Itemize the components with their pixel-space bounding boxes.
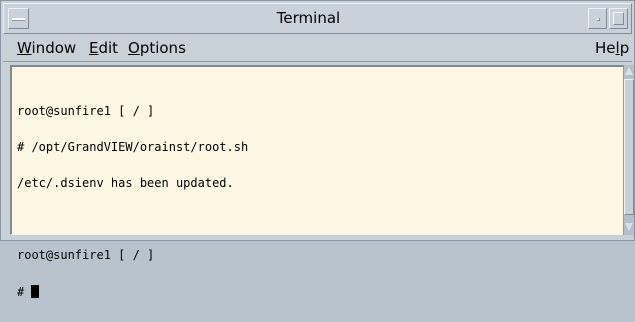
window-menu-icon <box>12 18 25 21</box>
terminal-prompt: # <box>17 285 32 299</box>
scroll-thumb[interactable] <box>624 79 634 215</box>
menu-edit[interactable]: Edit <box>89 35 118 61</box>
menu-help[interactable]: Help <box>595 35 629 61</box>
menu-edit-label: dit <box>98 39 119 57</box>
terminal-output-area[interactable]: root@sunfire1 [ / ] # /opt/GrandVIEW/ora… <box>10 65 624 298</box>
menu-options[interactable]: Options <box>128 35 186 61</box>
terminal-line: root@sunfire1 [ / ] <box>17 104 155 118</box>
terminal-prompt-line: # <box>17 285 619 299</box>
minimize-button[interactable] <box>588 8 607 29</box>
terminal-line: root@sunfire1 [ / ] <box>17 248 155 262</box>
window-bottom-border <box>3 237 632 240</box>
terminal-line: /etc/.dsienv has been updated. <box>17 176 234 190</box>
window-menu-button[interactable] <box>8 8 29 29</box>
menu-help-prefix: He <box>595 39 616 57</box>
maximize-button[interactable] <box>609 8 628 29</box>
menu-help-label: p <box>619 39 630 57</box>
vertical-scrollbar[interactable] <box>623 65 634 235</box>
menu-options-mnemonic: O <box>128 39 140 57</box>
scroll-up-arrow-icon[interactable] <box>624 65 634 77</box>
menu-bar: Window Edit Options Help <box>3 35 632 62</box>
menu-window[interactable]: Window <box>17 35 76 61</box>
menu-options-label: ptions <box>139 39 186 57</box>
title-bar[interactable]: Terminal <box>3 3 632 34</box>
minimize-icon <box>597 18 600 21</box>
terminal-line: # /opt/GrandVIEW/orainst/root.sh <box>17 140 249 154</box>
scroll-down-arrow-icon[interactable] <box>624 221 634 233</box>
text-cursor <box>31 285 40 298</box>
terminal-window: Terminal Window Edit Options Help root@s… <box>0 0 635 298</box>
window-title: Terminal <box>276 9 341 27</box>
menu-window-mnemonic: W <box>17 39 32 57</box>
menu-window-label: indow <box>31 39 77 57</box>
maximize-icon <box>613 12 624 25</box>
terminal-text: root@sunfire1 [ / ] # /opt/GrandVIEW/ora… <box>17 81 619 321</box>
